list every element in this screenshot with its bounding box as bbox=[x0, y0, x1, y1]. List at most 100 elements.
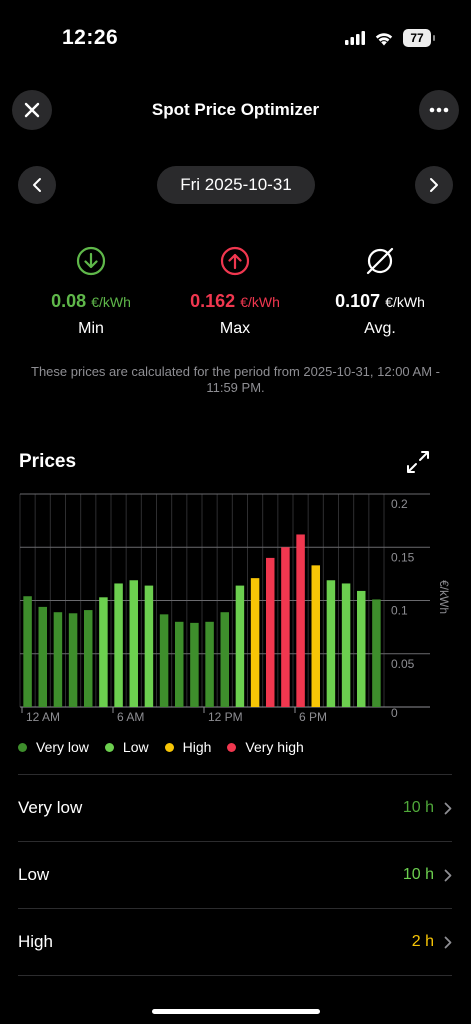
page-title: Spot Price Optimizer bbox=[151, 100, 320, 119]
min-label: Min bbox=[78, 320, 104, 337]
row-value-group: 2 h bbox=[412, 933, 452, 951]
expand-chart-button[interactable] bbox=[404, 448, 432, 476]
legend-label: Very low bbox=[36, 739, 89, 755]
price-bar bbox=[159, 614, 169, 707]
arrow-up-circle-icon bbox=[220, 246, 250, 276]
chevron-right-icon bbox=[444, 936, 452, 948]
price-bar bbox=[129, 580, 138, 707]
row-value-group: 10 h bbox=[403, 799, 452, 817]
price-bar bbox=[341, 583, 351, 707]
y-tick-label: 0.05 bbox=[391, 657, 415, 671]
y-axis-label: €/kWh bbox=[437, 580, 451, 614]
price-level-row[interactable]: Low 10 h bbox=[18, 841, 452, 908]
min-value: 0.08 bbox=[51, 291, 87, 311]
legend-label: Low bbox=[122, 739, 149, 755]
home-indicator bbox=[152, 1009, 320, 1014]
legend-label: High bbox=[182, 739, 212, 755]
avg-label: Avg. bbox=[364, 320, 396, 337]
legend-dot bbox=[104, 742, 114, 752]
chevron-left-icon bbox=[33, 178, 41, 192]
prices-chart: 0 0.05 0.1 0.15 0.2 €/kWh 12 AM 6 AM 12 PM 6 PM bbox=[18, 490, 458, 730]
row-hours-value: 10 h bbox=[402, 866, 434, 883]
legend-item: Low bbox=[104, 739, 149, 755]
row-hours-value: 2 h bbox=[411, 933, 434, 950]
price-bar bbox=[144, 585, 154, 707]
expand-icon bbox=[407, 451, 429, 473]
cellular-signal-icon bbox=[345, 31, 365, 45]
row-label: High bbox=[18, 932, 53, 951]
price-level-row[interactable]: High 2 h bbox=[18, 908, 452, 975]
chevron-right-icon bbox=[444, 869, 452, 881]
y-tick-label: 0.1 bbox=[391, 604, 408, 618]
max-stat: 0.162 €/kWh Max bbox=[160, 245, 310, 338]
price-level-list: Very low 10 h Low 10 h High 2 h bbox=[18, 774, 452, 976]
header: Spot Price Optimizer bbox=[0, 86, 471, 134]
min-unit: €/kWh bbox=[91, 294, 131, 310]
chevron-right-icon bbox=[444, 802, 452, 814]
next-day-button[interactable] bbox=[415, 166, 453, 204]
date-selector[interactable]: Fri 2025-10-31 bbox=[157, 166, 315, 204]
y-tick-label: 0.15 bbox=[391, 550, 415, 564]
y-tick-label: 0 bbox=[391, 706, 398, 720]
prices-chart-svg: 0 0.05 0.1 0.15 0.2 €/kWh 12 AM 6 AM 12 PM 6 PM bbox=[19, 493, 451, 724]
battery-icon: 77 bbox=[403, 29, 435, 47]
previous-day-button[interactable] bbox=[18, 166, 56, 204]
x-tick-label: 6 AM bbox=[117, 710, 144, 724]
min-value-line: 0.08 €/kWh bbox=[16, 291, 166, 312]
legend-dot bbox=[18, 742, 27, 752]
max-label: Max bbox=[219, 320, 251, 337]
price-bar bbox=[357, 590, 366, 707]
row-label: Very low bbox=[18, 798, 83, 817]
price-bar bbox=[84, 610, 93, 707]
row-hours-value: 10 h bbox=[402, 799, 434, 816]
price-bar bbox=[235, 585, 245, 707]
row-label: Low bbox=[18, 865, 50, 884]
price-level-row[interactable]: Very low 10 h bbox=[18, 774, 452, 841]
price-bar bbox=[38, 606, 47, 707]
x-tick-label: 6 PM bbox=[299, 710, 327, 724]
legend-item: Very high bbox=[227, 739, 304, 755]
period-note: These prices are calculated for the peri… bbox=[31, 364, 440, 395]
y-tick-label: 0.2 bbox=[391, 497, 408, 511]
status-time: 12:26 bbox=[62, 26, 119, 49]
max-unit: €/kWh bbox=[240, 294, 280, 310]
price-bar bbox=[372, 599, 381, 707]
price-bar bbox=[281, 547, 290, 707]
avg-value-line: 0.107 €/kWh bbox=[305, 291, 455, 312]
chart-legend: Very low Low High Very high bbox=[18, 739, 304, 755]
average-icon bbox=[366, 247, 394, 275]
max-value: 0.162 bbox=[190, 291, 236, 311]
price-bar bbox=[99, 597, 108, 707]
price-bar bbox=[326, 580, 336, 707]
status-bar: 12:26 77 bbox=[0, 0, 471, 60]
more-options-button[interactable] bbox=[419, 90, 459, 130]
price-bar bbox=[250, 578, 260, 707]
price-bar bbox=[190, 622, 199, 707]
min-stat: 0.08 €/kWh Min bbox=[16, 245, 166, 338]
legend-item: Very low bbox=[18, 739, 89, 755]
x-tick-label: 12 AM bbox=[26, 710, 60, 724]
avg-stat: 0.107 €/kWh Avg. bbox=[305, 245, 455, 338]
chevron-right-icon bbox=[430, 178, 438, 192]
price-bar bbox=[220, 612, 229, 707]
price-bar bbox=[205, 621, 214, 707]
legend-dot bbox=[164, 742, 174, 752]
list-divider bbox=[18, 975, 452, 976]
price-stats: 0.08 €/kWh Min 0.162 €/kWh Max 0.107 €/k… bbox=[0, 245, 471, 345]
prices-title: Prices bbox=[19, 451, 77, 472]
price-bar bbox=[311, 565, 320, 707]
avg-unit: €/kWh bbox=[385, 294, 425, 310]
price-bar bbox=[296, 534, 305, 707]
x-tick-label: 12 PM bbox=[208, 710, 243, 724]
price-bar bbox=[114, 583, 123, 707]
legend-item: High bbox=[164, 739, 212, 755]
price-bar bbox=[68, 613, 78, 707]
arrow-down-circle-icon bbox=[76, 246, 106, 276]
legend-label: Very high bbox=[245, 739, 304, 755]
avg-value: 0.107 bbox=[335, 291, 381, 311]
max-value-line: 0.162 €/kWh bbox=[160, 291, 310, 312]
battery-level: 77 bbox=[410, 31, 424, 45]
more-horizontal-icon bbox=[429, 107, 449, 113]
price-bar bbox=[175, 621, 184, 707]
status-icons: 77 bbox=[345, 29, 435, 47]
